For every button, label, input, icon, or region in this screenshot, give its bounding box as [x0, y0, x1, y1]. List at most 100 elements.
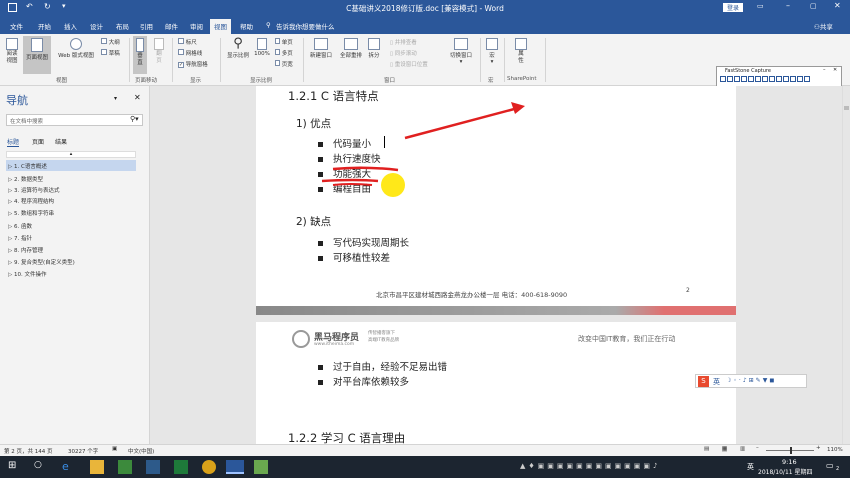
nav-item[interactable]: ▷ 2. 数据类型: [8, 175, 43, 183]
expand-arrow-icon[interactable]: ▷: [8, 224, 12, 230]
language[interactable]: 中文(中国): [128, 447, 154, 455]
capture-object-icon[interactable]: [727, 76, 733, 82]
capture-window-icon[interactable]: [720, 76, 726, 82]
ime-toolbar[interactable]: S 英 ☽◦·♪⊞✎▼◼: [695, 374, 807, 388]
nav-item[interactable]: ▷ 8. 内存管理: [8, 246, 43, 254]
new-window-button[interactable]: 新建窗口: [306, 38, 336, 59]
nav-item[interactable]: ▷ 3. 运算符与表达式: [8, 186, 59, 194]
capture-fullscreen-icon[interactable]: [748, 76, 754, 82]
one-page-button[interactable]: 单页: [275, 38, 293, 46]
close-icon[interactable]: ✕: [834, 1, 841, 10]
nav-item[interactable]: ▷ 4. 程序流程结构: [8, 197, 54, 205]
arrange-all-button[interactable]: 全部重排: [337, 38, 365, 59]
print-layout-button[interactable]: 页面视图: [23, 36, 51, 74]
print-layout-icon[interactable]: ▦: [722, 446, 728, 452]
capture-region-icon[interactable]: [734, 76, 740, 82]
sogou-logo-icon[interactable]: S: [698, 376, 709, 387]
system-tray-icons[interactable]: ▲♦▣▣▣▣▣▣▣▣▣▣▣▣♪: [520, 462, 661, 470]
nav-item[interactable]: ▷ 10. 文件操作: [8, 270, 46, 278]
side-to-side-button[interactable]: 翻页: [152, 38, 166, 65]
clock-time[interactable]: 9:16: [782, 458, 797, 466]
nav-options-icon[interactable]: ▾: [114, 95, 117, 102]
input-language[interactable]: 英: [747, 462, 754, 472]
page-width-button[interactable]: 页宽: [275, 60, 293, 68]
search-icon[interactable]: ○: [34, 460, 48, 474]
properties-button[interactable]: 属性: [512, 38, 530, 65]
notification-icon[interactable]: ▭: [826, 461, 834, 470]
zoom-out-icon[interactable]: –: [756, 445, 759, 451]
tab-home[interactable]: 开始: [38, 21, 51, 31]
web-layout-button[interactable]: Web 版式视图: [53, 38, 99, 59]
ribbon-display-icon[interactable]: ▭: [757, 2, 764, 10]
faststone-capture-toolbar[interactable]: FastStone Capture – ✕: [716, 66, 842, 88]
capture-color-icon[interactable]: [776, 76, 782, 82]
tab-references[interactable]: 引用: [140, 21, 153, 31]
nav-search-input[interactable]: 在文档中搜索 ⚲▾: [6, 114, 143, 126]
expand-arrow-icon[interactable]: ▷: [8, 272, 12, 278]
app-icon[interactable]: [146, 460, 160, 474]
tab-help[interactable]: 帮助: [240, 21, 253, 31]
faststone-capture-buttons[interactable]: [717, 76, 841, 82]
app-icon[interactable]: [174, 460, 188, 474]
expand-arrow-icon[interactable]: ▷: [8, 260, 12, 266]
switch-window-button[interactable]: 切换窗口 ▾: [446, 38, 476, 65]
read-mode-icon[interactable]: ▤: [704, 446, 709, 452]
expand-arrow-icon[interactable]: ▷: [8, 164, 12, 170]
chrome-icon[interactable]: [202, 460, 216, 474]
zoom-100-button[interactable]: 100%: [253, 38, 271, 57]
ime-tools-icon[interactable]: ☽◦·♪⊞✎▼◼: [726, 377, 776, 384]
capture-freehand-icon[interactable]: [741, 76, 747, 82]
multiple-pages-button[interactable]: 多页: [275, 49, 293, 57]
zoom-in-icon[interactable]: +: [816, 445, 821, 451]
minimize-icon[interactable]: –: [786, 1, 790, 10]
login-button[interactable]: 登录: [723, 3, 744, 12]
expand-arrow-icon[interactable]: ▷: [8, 177, 12, 183]
tab-layout[interactable]: 布局: [116, 21, 129, 31]
capture-editor-icon[interactable]: [790, 76, 796, 82]
app-icon[interactable]: [254, 460, 268, 474]
tab-design[interactable]: 设计: [90, 21, 103, 31]
ruler-checkbox[interactable]: 标尺: [178, 38, 197, 46]
zoom-button[interactable]: ⚲ 显示比例: [224, 36, 252, 59]
vertical-button[interactable]: 垂直: [133, 36, 147, 74]
nav-tab-results[interactable]: 结果: [55, 137, 67, 146]
nav-close-icon[interactable]: ✕: [134, 93, 141, 102]
nav-item[interactable]: ▷ 6. 函数: [8, 222, 32, 230]
capture-ruler-icon[interactable]: [783, 76, 789, 82]
expand-arrow-icon[interactable]: ▷: [8, 236, 12, 242]
scroll-thumb[interactable]: [844, 106, 849, 110]
nav-scroll-up-icon[interactable]: ▴: [6, 151, 136, 158]
document-area[interactable]: 1.2.1 C 语言特点 1) 优点 代码量小 执行速度快 功能强大 编程自由 …: [150, 86, 842, 444]
nav-item[interactable]: ▷ 7. 指针: [8, 234, 32, 242]
view-side-by-side-button[interactable]: ▯ 并排查看: [390, 38, 417, 46]
page-count[interactable]: 第 2 页，共 144 页: [4, 447, 53, 455]
expand-arrow-icon[interactable]: ▷: [8, 199, 12, 205]
web-layout-icon[interactable]: ▥: [740, 446, 745, 452]
tab-view[interactable]: 视图: [210, 19, 231, 34]
faststone-close-icon[interactable]: ✕: [833, 67, 837, 73]
reset-window-button[interactable]: ▯ 重设窗口位置: [390, 60, 428, 68]
nav-item[interactable]: ▷ 1. C语言概述: [8, 162, 47, 170]
vertical-scrollbar[interactable]: [842, 86, 850, 444]
draft-button[interactable]: 草稿: [101, 49, 120, 57]
tell-me-box[interactable]: 告诉我你想要做什么: [276, 21, 335, 31]
word-count[interactable]: 30227 个字: [68, 447, 98, 455]
capture-scroll-icon[interactable]: [755, 76, 761, 82]
tab-insert[interactable]: 插入: [64, 21, 77, 31]
search-icon[interactable]: ⚲▾: [130, 115, 139, 123]
share-button[interactable]: ⚇共享: [814, 21, 833, 31]
app-icon[interactable]: [118, 460, 132, 474]
expand-arrow-icon[interactable]: ▷: [8, 188, 12, 194]
nav-tab-headings[interactable]: 标题: [7, 137, 20, 147]
read-mode-button[interactable]: 阅读 视图: [4, 38, 20, 65]
capture-settings-icon[interactable]: [797, 76, 803, 82]
outline-button[interactable]: 大纲: [101, 38, 120, 46]
zoom-slider-thumb[interactable]: [790, 447, 792, 454]
nav-tab-pages[interactable]: 页面: [32, 137, 44, 146]
word-icon[interactable]: [226, 460, 244, 474]
ime-mode[interactable]: 英: [713, 377, 720, 387]
nav-item[interactable]: ▷ 9. 复合类型(自定义类型): [8, 258, 75, 266]
proofing-icon[interactable]: ▣: [112, 446, 117, 452]
tab-mailings[interactable]: 邮件: [165, 21, 178, 31]
tab-review[interactable]: 审阅: [190, 21, 203, 31]
